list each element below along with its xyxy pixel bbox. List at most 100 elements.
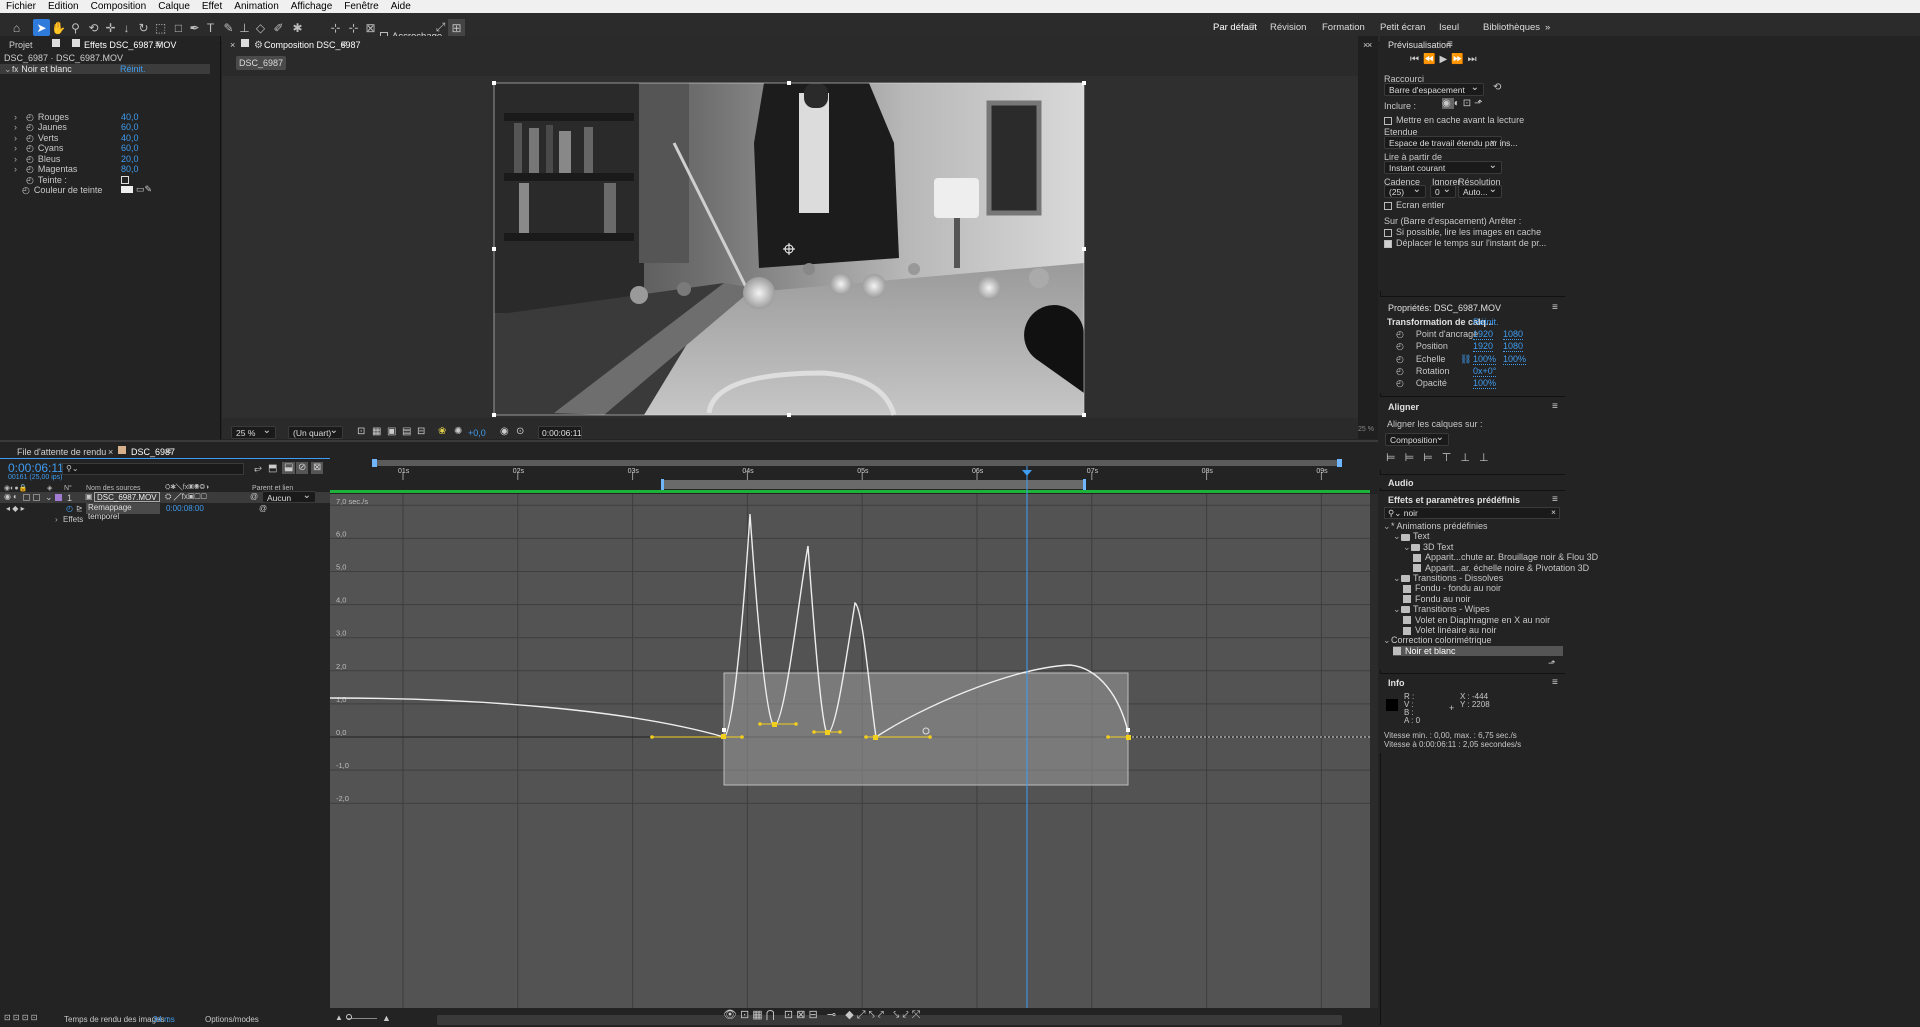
param-value[interactable]: 40,0 (121, 112, 139, 122)
orbit-camera-icon[interactable]: ⟲ (85, 19, 102, 36)
menu-window[interactable]: Fenêtre (338, 0, 384, 13)
workspace-review[interactable]: Révision (1270, 22, 1306, 33)
workspace-libraries[interactable]: Bibliothèques (1483, 22, 1540, 33)
panel-menu-icon[interactable]: ≡ (155, 39, 161, 50)
prop-value-1[interactable]: 100% (1473, 354, 1497, 365)
align-right-icon[interactable]: ⊨ (1423, 452, 1442, 464)
region-of-interest-icon[interactable]: ⊡ (357, 426, 365, 438)
exposure-value[interactable]: +0,0 (468, 428, 486, 438)
reset-shortcut-icon[interactable]: ⟲ (1493, 82, 1501, 93)
draft-3d-icon[interactable]: ⬒ (268, 463, 277, 475)
stopwatch-icon[interactable]: ◴ (22, 185, 30, 195)
lock-icon[interactable] (241, 39, 249, 47)
audio-icon[interactable]: ◐ (13, 492, 18, 501)
preset-tree-item[interactable]: Apparit...chute ar. Brouillage noir & Fl… (1413, 552, 1598, 562)
chevron-down-icon[interactable]: ⌄ (45, 492, 53, 503)
effect-param-row[interactable]: › ◴ Cyans (14, 143, 63, 154)
graph-editor-icon[interactable]: ⊠ (311, 462, 324, 474)
eyedropper-icon[interactable]: ▭✎ (136, 184, 152, 195)
panel-menu-icon[interactable]: ≡ (1447, 39, 1453, 50)
transform-reset-link[interactable]: Réinit. (1473, 317, 1499, 327)
prop-value-2[interactable]: 1080 (1503, 329, 1524, 340)
constrain-proportions-icon[interactable]: ⛓ (1460, 354, 1471, 365)
menu-layer[interactable]: Calque (152, 0, 196, 13)
prop-value-1[interactable]: 0x+0° (1473, 366, 1497, 377)
param-value[interactable]: 80,0 (121, 164, 139, 174)
footer-switch-icons[interactable]: ⊡ ⊡ ⊡ ⊡ (4, 1013, 37, 1022)
shortcut-dropdown[interactable]: Barre d'espacement (1384, 82, 1484, 96)
pan-camera-icon[interactable]: ✛ (102, 19, 119, 36)
color-channel-icon[interactable]: ❀ (438, 426, 446, 438)
stopwatch-icon[interactable]: ◴ (1396, 341, 1404, 351)
chevron-right-icon[interactable]: › (14, 164, 22, 174)
stopwatch-icon[interactable]: ◴ (1396, 366, 1404, 376)
menu-effect[interactable]: Effet (196, 0, 228, 13)
comp-mini-flowchart-icon[interactable]: ⥂ (254, 463, 262, 475)
chevron-down-icon[interactable]: ⌄ (4, 64, 12, 75)
preset-tree-item[interactable]: ⌄ Transitions - Dissolves (1393, 573, 1503, 584)
chevron-right-icon[interactable]: › (14, 133, 22, 143)
last-frame-icon[interactable]: ⏭ (1468, 54, 1481, 65)
first-frame-icon[interactable]: ⏮ (1410, 54, 1423, 65)
effects-group-row[interactable]: › Effets (55, 515, 83, 524)
rate-dropdown[interactable]: (25) (1384, 184, 1426, 198)
3d-view-icon[interactable]: ⊟ (417, 426, 425, 438)
more-workspaces-icon[interactable]: » (1545, 22, 1550, 33)
menu-view[interactable]: Affichage (285, 0, 339, 13)
prop-value-1[interactable]: 100% (1473, 378, 1497, 390)
mask-view-icon[interactable]: ▣ (387, 426, 396, 438)
audio-include-icon[interactable]: ◐ (1454, 98, 1463, 109)
close-tab-icon[interactable]: × (1367, 40, 1372, 50)
workspace-iseul[interactable]: Iseul (1439, 22, 1459, 33)
panel-menu-icon[interactable]: ≡ (1552, 302, 1558, 313)
param-value[interactable]: 60,0 (121, 143, 139, 153)
stopwatch-icon[interactable]: ◴ (1396, 329, 1404, 339)
layer-switches-icons[interactable]: ⛭ ╱fx▣▢▢ (165, 492, 207, 502)
keyframe-nav-icon[interactable]: ◂ ◆ ▸ (6, 504, 25, 513)
preset-tree-item[interactable]: ⌄ 3D Text (1403, 542, 1453, 553)
panel-menu-icon[interactable]: ≡ (1552, 677, 1558, 688)
preset-tree-item[interactable]: ⌄Correction colorimétrique (1383, 635, 1492, 646)
stopwatch-icon[interactable]: ◴ (26, 164, 34, 174)
solo-toggle[interactable] (23, 494, 30, 501)
effect-header[interactable]: ⌄fx Noir et blanc (4, 64, 72, 75)
chevron-down-icon[interactable]: ⌄ (1393, 604, 1401, 615)
panel-menu-icon[interactable]: ≡ (1552, 494, 1558, 505)
fx-icon[interactable]: fx (12, 65, 18, 74)
graph-editor[interactable]: 01s 02s 03s 04s 05s 06s 07s 08s 09s 6,0 5,0 4,0 3,0… (330, 458, 1378, 1013)
chevron-right-icon[interactable]: › (14, 112, 22, 122)
preset-tree-item[interactable]: Volet en Diaphragme en X au noir (1403, 615, 1550, 625)
menu-composition[interactable]: Composition (85, 0, 153, 13)
align-hcenter-icon[interactable]: ⊨ (1405, 452, 1424, 464)
chevron-right-icon[interactable]: › (14, 154, 22, 164)
align-vcenter-icon[interactable]: ⊥ (1460, 452, 1479, 464)
panel-menu-icon[interactable]: ≡ (1552, 401, 1558, 412)
frame-blending-icon[interactable]: ⊘ (296, 462, 309, 474)
world-axis-icon[interactable]: ⊹ (345, 19, 362, 36)
workspace-menu-icon[interactable]: ≡ (1249, 21, 1255, 32)
layer-row[interactable]: ◉ ◐ ⌄ 1 ▣ DSC_6987.MOV ⛭ ╱fx▣▢▢ @ Aucun (0, 490, 330, 503)
chevron-down-icon[interactable]: ⌄ (1393, 531, 1401, 542)
export-icon[interactable]: ⬏ (1474, 98, 1485, 109)
label-color-swatch[interactable] (55, 494, 62, 501)
comp-breadcrumb-button[interactable]: DSC_6987 (236, 56, 286, 70)
preset-tree-item[interactable]: ⌄ Text (1393, 531, 1430, 542)
prop-value-1[interactable]: 1920 (1473, 341, 1494, 353)
tint-color-swatch[interactable] (121, 186, 133, 193)
graph-toggle-icon[interactable]: ⊵ (76, 504, 83, 513)
clear-search-icon[interactable]: × (1551, 507, 1556, 517)
new-preset-icon[interactable]: ⬏ (1548, 658, 1556, 669)
param-value[interactable]: 60,0 (121, 122, 139, 132)
col-source-name[interactable]: Nom des sources (86, 485, 140, 492)
tab-project[interactable]: Projet (9, 40, 33, 50)
preset-tree-item[interactable]: Apparit...ar. échelle noire & Pivotation… (1413, 563, 1589, 573)
stopwatch-icon[interactable]: ◴ (1396, 378, 1404, 388)
chevron-down-icon[interactable]: ⌄ (1403, 542, 1411, 553)
reset-exposure-icon[interactable]: ✺ (454, 426, 462, 438)
transparency-grid-icon[interactable]: ▦ (372, 426, 381, 438)
effect-param-row[interactable]: › ◴ Rouges (14, 112, 69, 123)
workspace-learn[interactable]: Formation (1322, 22, 1365, 33)
snap-icon[interactable]: ⤢ (432, 19, 449, 36)
stop-option-cache-toggle[interactable]: Si possible, lire les images en cache (1384, 227, 1541, 237)
text-tool-icon[interactable]: T (202, 19, 219, 36)
